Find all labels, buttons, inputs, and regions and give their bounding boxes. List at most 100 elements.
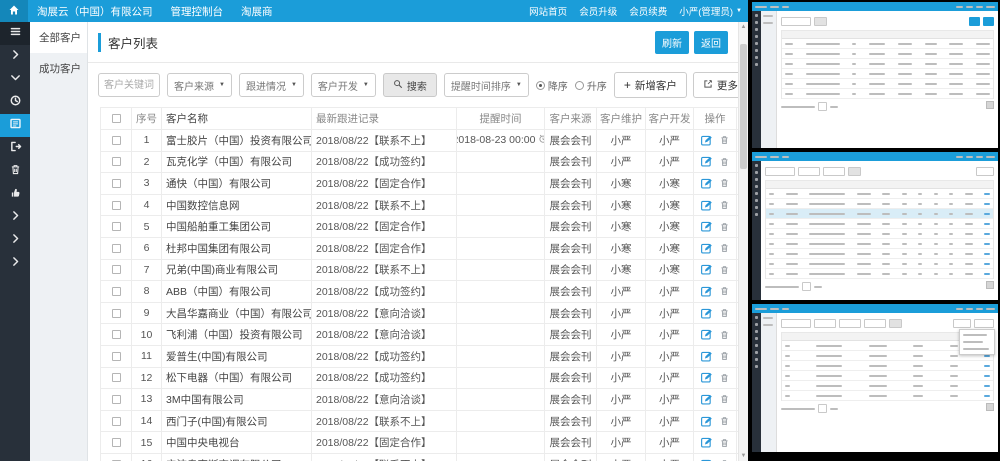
edit-icon[interactable] xyxy=(700,134,713,147)
add-customer-button[interactable]: + 新增客户 xyxy=(614,72,687,98)
progress-select[interactable]: 跟进情况 ▼ xyxy=(239,73,304,97)
developer-select[interactable]: 客户开发 ▼ xyxy=(311,73,376,97)
vertical-scrollbar[interactable]: ▲ ▼ xyxy=(738,22,748,461)
edit-icon[interactable] xyxy=(700,371,713,384)
sidebar-customer-list-icon[interactable] xyxy=(0,114,30,137)
edit-icon[interactable] xyxy=(700,350,713,363)
edit-icon[interactable] xyxy=(700,199,713,212)
text-placeholder xyxy=(902,203,907,205)
sidebar-chevron-down-icon[interactable] xyxy=(0,68,30,91)
text-placeholder xyxy=(965,243,973,245)
edit-icon[interactable] xyxy=(700,242,713,255)
delete-icon[interactable] xyxy=(719,199,730,211)
row-checkbox[interactable] xyxy=(112,136,121,145)
sidebar-chevron-right-icon[interactable] xyxy=(0,206,30,229)
delete-icon[interactable] xyxy=(719,437,730,449)
navbar-item-member-renew[interactable]: 会员续费 xyxy=(623,0,673,22)
edit-icon[interactable] xyxy=(700,415,713,428)
delete-icon[interactable] xyxy=(719,177,730,189)
delete-icon[interactable] xyxy=(719,350,730,362)
row-checkbox[interactable] xyxy=(112,330,121,339)
row-checkbox[interactable] xyxy=(112,373,121,382)
edit-icon[interactable] xyxy=(700,285,713,298)
row-checkbox[interactable] xyxy=(112,179,121,188)
delete-icon[interactable] xyxy=(719,134,730,146)
sidebar-history-icon[interactable] xyxy=(0,91,30,114)
source-select[interactable]: 客户来源 ▼ xyxy=(167,73,232,97)
sort-desc-radio[interactable]: 降序 xyxy=(536,78,568,93)
delete-icon[interactable] xyxy=(719,393,730,405)
text-placeholder xyxy=(769,233,774,235)
text-placeholder xyxy=(755,308,767,310)
sidebar-logout-icon[interactable] xyxy=(0,137,30,160)
edit-icon[interactable] xyxy=(700,177,713,190)
delete-icon[interactable] xyxy=(719,307,730,319)
sidebar-chevron-right-icon[interactable] xyxy=(0,45,30,68)
sort-select[interactable]: 提醒时间排序 ▼ xyxy=(444,73,529,97)
header-source: 客户来源 xyxy=(545,108,597,129)
home-button[interactable] xyxy=(0,0,28,22)
scroll-down-icon[interactable]: ▼ xyxy=(739,452,748,460)
icon-sidebar xyxy=(0,22,30,461)
row-checkbox[interactable] xyxy=(112,309,121,318)
user-menu[interactable]: 小严(管理员) ▼ xyxy=(673,0,748,22)
back-button[interactable]: 返回 xyxy=(694,31,728,54)
submenu-item-all-customers[interactable]: 全部客户 xyxy=(30,22,87,53)
mini-table-row xyxy=(766,229,993,239)
edit-icon[interactable] xyxy=(700,307,713,320)
navbar-brand[interactable]: 淘展云（中国）有限公司 xyxy=(28,0,162,22)
scrollbar-thumb[interactable] xyxy=(740,44,747,169)
row-checkbox[interactable] xyxy=(112,157,121,166)
navbar-item-taozhanshang[interactable]: 淘展商 xyxy=(232,0,282,22)
edit-icon[interactable] xyxy=(700,263,713,276)
text-placeholder xyxy=(934,243,938,245)
sidebar-trash-icon[interactable] xyxy=(0,160,30,183)
mini-icon xyxy=(755,358,758,361)
sidebar-chevron-right-icon[interactable] xyxy=(0,229,30,252)
sidebar-menu-icon[interactable] xyxy=(0,22,30,45)
delete-icon[interactable] xyxy=(719,285,730,297)
navbar-item-console[interactable]: 管理控制台 xyxy=(162,0,233,22)
edit-icon[interactable] xyxy=(700,328,713,341)
row-checkbox[interactable] xyxy=(112,352,121,361)
row-checkbox[interactable] xyxy=(112,244,121,253)
mini-icon xyxy=(755,171,758,174)
edit-icon[interactable] xyxy=(700,220,713,233)
text-placeholder xyxy=(785,365,790,367)
table-row: 10 飞利浦（中国）投资有限公司 2018/08/22【意向洽谈】 展会会刊 小… xyxy=(101,324,738,346)
delete-icon[interactable] xyxy=(719,242,730,254)
navbar-item-site-home[interactable]: 网站首页 xyxy=(523,0,573,22)
select-all-checkbox[interactable] xyxy=(112,114,121,123)
delete-icon[interactable] xyxy=(719,415,730,427)
edit-icon[interactable] xyxy=(700,155,713,168)
delete-icon[interactable] xyxy=(719,372,730,384)
row-checkbox[interactable] xyxy=(112,395,121,404)
search-button[interactable]: 搜索 xyxy=(383,73,437,97)
row-checkbox[interactable] xyxy=(112,265,121,274)
customer-keeper: 小严 xyxy=(597,281,646,302)
submenu-item-success-customers[interactable]: 成功客户 xyxy=(30,53,87,84)
keyword-input[interactable] xyxy=(98,73,160,97)
edit-icon[interactable] xyxy=(700,393,713,406)
sidebar-thumbs-up-icon[interactable] xyxy=(0,183,30,206)
remind-time xyxy=(457,173,545,194)
scroll-up-icon[interactable]: ▲ xyxy=(739,23,748,31)
delete-icon[interactable] xyxy=(719,329,730,341)
navbar-item-member-upgrade[interactable]: 会员升级 xyxy=(573,0,623,22)
row-checkbox[interactable] xyxy=(112,417,121,426)
row-checkbox[interactable] xyxy=(112,222,121,231)
sidebar-chevron-right-icon[interactable] xyxy=(0,252,30,275)
customer-keeper: 小严 xyxy=(597,152,646,173)
text-placeholder xyxy=(857,203,871,205)
delete-icon[interactable] xyxy=(719,221,730,233)
mini-navbar xyxy=(752,2,998,11)
delete-icon[interactable] xyxy=(719,264,730,276)
refresh-button[interactable]: 刷新 xyxy=(655,31,689,54)
row-checkbox[interactable] xyxy=(112,438,121,447)
edit-icon[interactable] xyxy=(700,436,713,449)
delete-icon[interactable] xyxy=(719,156,730,168)
row-checkbox[interactable] xyxy=(112,287,121,296)
text-placeholder xyxy=(956,6,963,8)
row-checkbox[interactable] xyxy=(112,201,121,210)
sort-asc-radio[interactable]: 升序 xyxy=(575,78,607,93)
